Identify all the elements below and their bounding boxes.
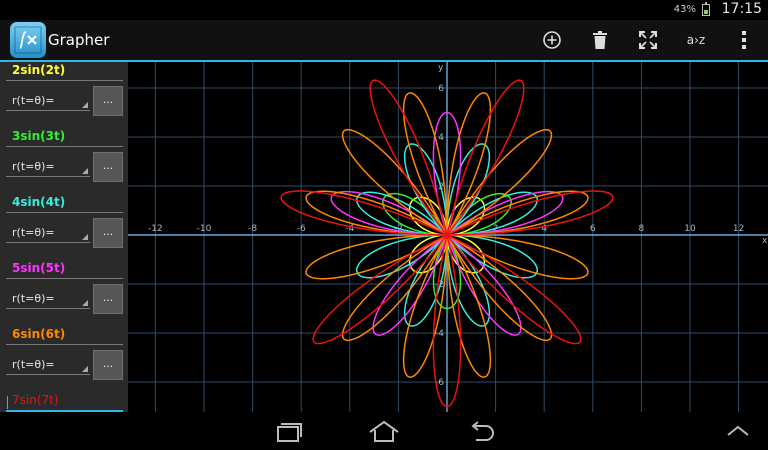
function-expression: 6sin(6t) (12, 327, 66, 341)
function-type-label: r(t=θ)= (12, 160, 55, 173)
function-field-active[interactable]: 7sin(7t) (6, 392, 123, 410)
function-field[interactable]: 5sin(5t) (6, 260, 123, 279)
recent-apps-icon[interactable] (268, 418, 308, 444)
x-tick-label: 10 (684, 224, 696, 234)
function-type-label: r(t=θ)= (12, 94, 55, 107)
function-field[interactable]: 2sin(2t) (6, 62, 123, 81)
dropdown-icon (82, 102, 88, 108)
y-tick-label: 4 (438, 133, 444, 143)
function-field[interactable]: 3sin(3t) (6, 128, 123, 147)
x-tick-label: 6 (590, 224, 596, 234)
status-bar: 43% 17:15 (0, 0, 768, 20)
function-type-select[interactable]: r(t=θ)= (6, 354, 90, 375)
sort-az-button[interactable]: a›z (682, 26, 710, 54)
sort-az-label: a›z (686, 33, 706, 47)
function-expression: 3sin(3t) (12, 129, 66, 143)
options-button[interactable]: ... (93, 86, 123, 116)
clock: 17:15 (721, 1, 762, 17)
x-tick-label: -8 (248, 224, 257, 234)
overflow-menu-icon[interactable] (730, 26, 758, 54)
function-expression: 7sin(7t) (12, 393, 59, 407)
function-type-label: r(t=θ)= (12, 292, 55, 305)
battery-icon (702, 2, 710, 16)
function-field[interactable]: 6sin(6t) (6, 326, 123, 345)
function-list: 2sin(2t) r(t=θ)= ... 3sin(3t) r(t=θ)= ..… (0, 62, 128, 412)
text-cursor (7, 396, 8, 409)
function-type-select[interactable]: r(t=θ)= (6, 156, 90, 177)
x-tick-label: -6 (297, 224, 306, 234)
trash-icon[interactable] (586, 26, 614, 54)
function-type-select[interactable]: r(t=θ)= (6, 90, 90, 111)
function-type-label: r(t=θ)= (12, 226, 55, 239)
x-tick-label: -12 (148, 224, 163, 234)
add-icon[interactable] (538, 26, 566, 54)
battery-percent: 43% (673, 4, 696, 15)
x-axis-label: x (762, 236, 768, 246)
back-icon[interactable] (460, 418, 500, 444)
y-axis-label: y (438, 63, 444, 73)
dropdown-icon (82, 168, 88, 174)
x-tick-label: -10 (197, 224, 212, 234)
fit-screen-icon[interactable] (634, 26, 662, 54)
x-tick-label: 12 (733, 224, 744, 234)
app-title: Grapher (48, 31, 110, 49)
function-field[interactable]: 4sin(4t) (6, 194, 123, 213)
function-type-select[interactable]: r(t=θ)= (6, 288, 90, 309)
function-expression: 4sin(4t) (12, 195, 66, 209)
function-expression: 5sin(5t) (12, 261, 66, 275)
dropdown-icon (82, 300, 88, 306)
dropdown-icon (82, 234, 88, 240)
function-type-select[interactable]: r(t=θ)= (6, 222, 90, 243)
dropdown-icon (82, 366, 88, 372)
menu-up-icon[interactable] (718, 418, 758, 444)
function-expression: 2sin(2t) (12, 63, 66, 77)
polar-plot: -12 -10 -8 -6 -4 -2 2 4 6 8 10 12642-2-4-6xy (128, 62, 768, 412)
x-tick-label: 8 (639, 224, 645, 234)
function-type-label: r(t=θ)= (12, 358, 55, 371)
options-button[interactable]: ... (93, 218, 123, 248)
options-button[interactable]: ... (93, 152, 123, 182)
navigation-bar (0, 412, 768, 450)
home-icon[interactable] (364, 418, 404, 444)
function-graph-icon[interactable] (10, 22, 46, 58)
options-button[interactable]: ... (93, 350, 123, 380)
graph-canvas[interactable]: -12 -10 -8 -6 -4 -2 2 4 6 8 10 12 6 4 2 -2 -4 -6 x y (128, 62, 768, 412)
y-tick-label: 6 (438, 84, 444, 94)
options-button[interactable]: ... (93, 284, 123, 314)
